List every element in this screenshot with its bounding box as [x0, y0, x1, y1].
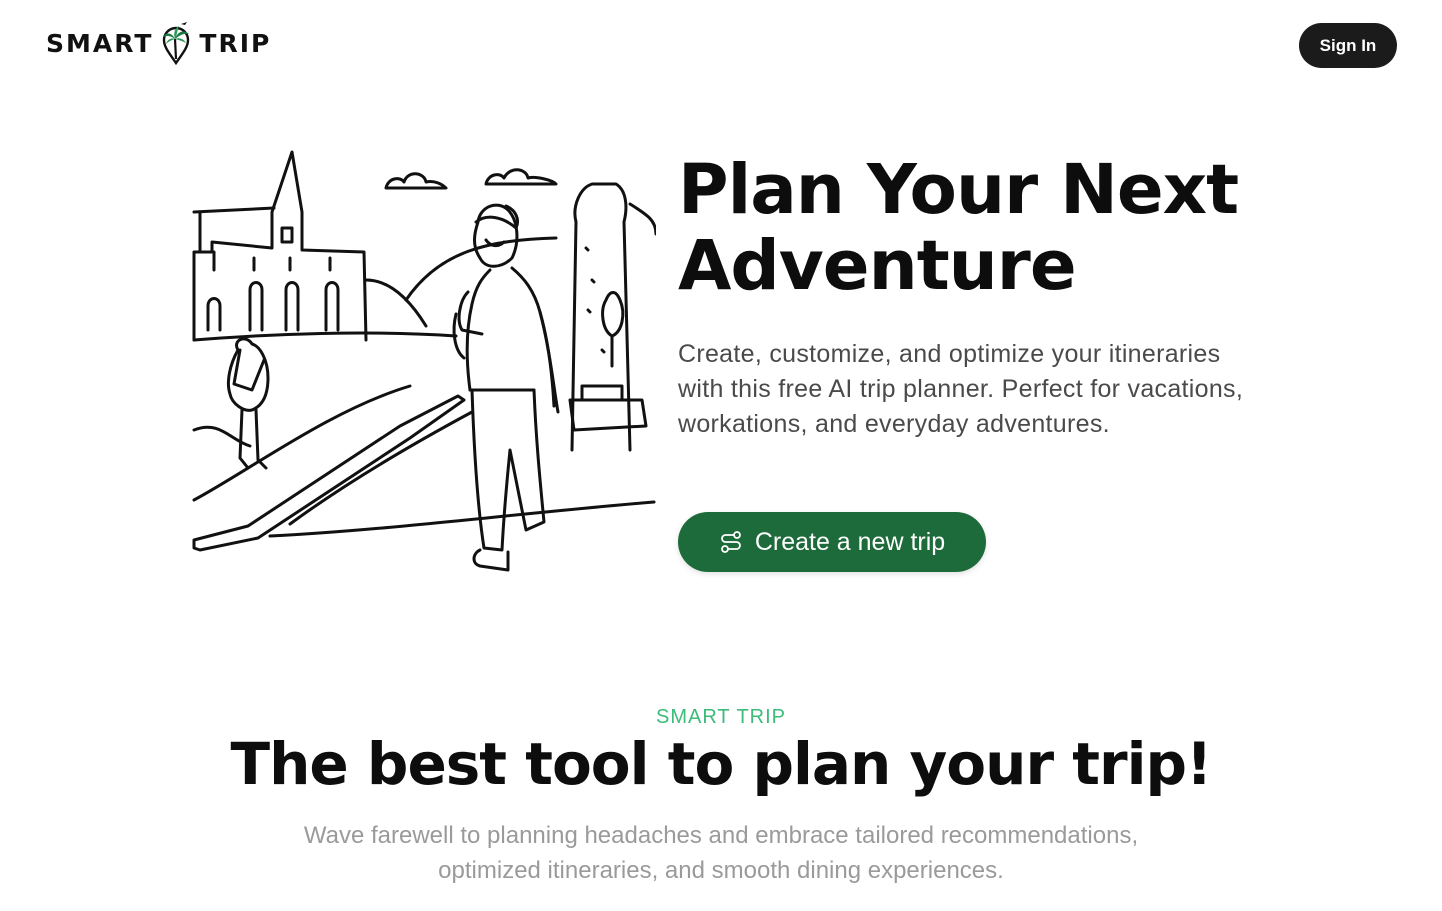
- route-icon: [720, 531, 741, 553]
- brand-logo[interactable]: SMART TRIP: [46, 20, 271, 66]
- hero-description: Create, customize, and optimize your iti…: [678, 340, 1244, 438]
- hero-title-line-1: Plan Your Next: [678, 150, 1239, 230]
- section-description: Wave farewell to planning headaches and …: [303, 822, 1139, 884]
- hero-title-line-2: Adventure: [678, 226, 1077, 306]
- create-trip-button[interactable]: Create a new trip: [678, 512, 986, 572]
- brand-name-right: TRIP: [199, 28, 272, 58]
- section-title: The best tool to plan your trip!: [230, 730, 1213, 798]
- palm-tree-pin-icon: [163, 22, 190, 65]
- sign-in-button[interactable]: Sign In: [1299, 23, 1397, 68]
- brand-name-left: SMART: [46, 28, 154, 58]
- travel-sketch-illustration: [192, 150, 656, 572]
- top-navigation-bar: SMART TRIP Sign In: [0, 0, 1442, 90]
- hero-title: Plan Your Next Adventure: [678, 152, 1378, 304]
- create-trip-label: Create a new trip: [754, 527, 946, 556]
- section-eyebrow: SMART TRIP: [655, 706, 787, 728]
